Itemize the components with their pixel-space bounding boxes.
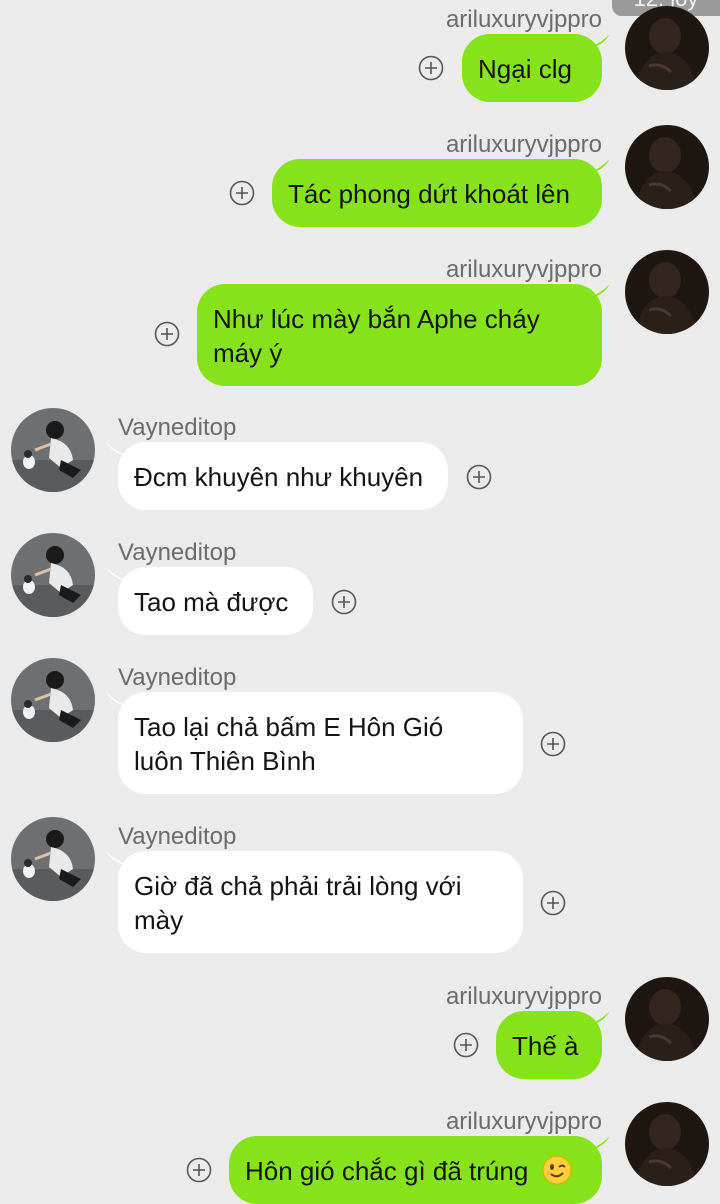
message-text-line: Giờ đã chả phải trải lòng với <box>134 871 462 901</box>
sender-name: Vayneditop <box>118 823 237 850</box>
message-text: Tác phong dứt khoát lên <box>288 179 570 209</box>
sender-name: ariluxuryvjppro <box>445 983 602 1010</box>
message-bubble[interactable]: Hôn gió chắc gì đã trúng <box>229 1136 602 1204</box>
sender-name: ariluxuryvjppro <box>445 1108 602 1135</box>
message-bubble[interactable]: Giờ đã chả phải trải lòng với mày <box>118 851 523 953</box>
avatar[interactable] <box>625 977 709 1061</box>
add-reaction-icon[interactable] <box>186 1157 212 1183</box>
add-reaction-icon[interactable] <box>540 890 566 916</box>
message-bubble[interactable]: Thế à <box>496 1011 602 1079</box>
message-bubble[interactable]: Như lúc mày bắn Aphe cháy máy ý <box>197 284 602 386</box>
add-reaction-icon[interactable] <box>453 1032 479 1058</box>
message-bubble[interactable]: Tao mà được <box>118 567 313 635</box>
message-bubble[interactable]: Tao lại chả bấm E Hôn Gió luôn Thiên Bìn… <box>118 692 523 794</box>
add-reaction-icon[interactable] <box>466 464 492 490</box>
message-text-line: máy ý <box>213 338 283 368</box>
message-text-line: luôn Thiên Bình <box>134 746 316 776</box>
wink-emoji-icon <box>542 1155 572 1193</box>
message-bubble[interactable]: Ngại clg <box>462 34 602 102</box>
sender-name: ariluxuryvjppro <box>445 256 602 283</box>
message-bubble[interactable]: Đcm khuyên như khuyên <box>118 442 448 510</box>
message-text-line: Tao lại chả bấm E Hôn Gió <box>134 712 444 742</box>
add-reaction-icon[interactable] <box>418 55 444 81</box>
sender-name: ariluxuryvjppro <box>445 6 602 33</box>
message-text-line: mày <box>134 905 184 935</box>
avatar[interactable] <box>11 658 95 742</box>
message-bubble[interactable]: Tác phong dứt khoát lên <box>272 159 602 227</box>
avatar[interactable] <box>625 6 709 90</box>
sender-name: Vayneditop <box>118 414 237 441</box>
sender-name: Vayneditop <box>118 539 237 566</box>
add-reaction-icon[interactable] <box>154 321 180 347</box>
add-reaction-icon[interactable] <box>229 180 255 206</box>
message-text-line: Như lúc mày bắn Aphe cháy <box>213 304 540 334</box>
add-reaction-icon[interactable] <box>540 731 566 757</box>
sender-name: ariluxuryvjppro <box>445 131 602 158</box>
sender-name: Vayneditop <box>118 664 237 691</box>
message-text: Đcm khuyên như khuyên <box>134 462 424 492</box>
message-text: Tao mà được <box>134 587 289 617</box>
avatar[interactable] <box>11 533 95 617</box>
avatar[interactable] <box>11 817 95 901</box>
avatar[interactable] <box>625 125 709 209</box>
message-text: Ngại clg <box>478 54 572 84</box>
message-text: Hôn gió chắc gì đã trúng <box>245 1156 529 1186</box>
message-text: Thế à <box>512 1031 579 1061</box>
avatar[interactable] <box>625 250 709 334</box>
add-reaction-icon[interactable] <box>331 589 357 615</box>
avatar[interactable] <box>625 1102 709 1186</box>
avatar[interactable] <box>11 408 95 492</box>
